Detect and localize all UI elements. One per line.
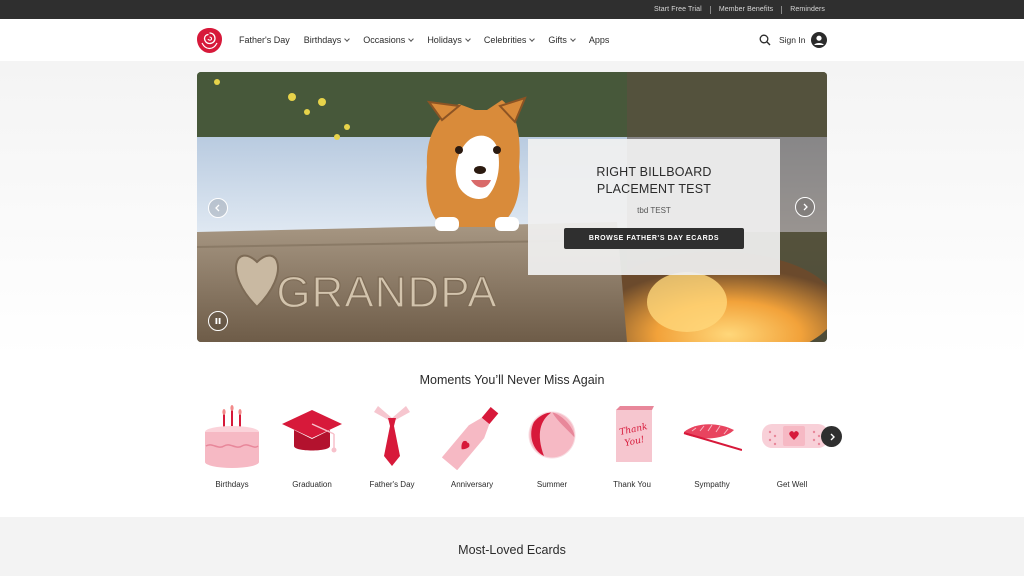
chevron-down-icon: [408, 35, 415, 42]
carousel-prev-button[interactable]: [208, 198, 228, 218]
nav-label: Celebrities: [483, 35, 527, 45]
nav-apps[interactable]: Apps: [589, 35, 610, 45]
moment-tile-summer[interactable]: Summer: [517, 404, 587, 494]
chevron-left-icon: [215, 204, 220, 212]
billboard-subtitle: tbd TEST: [637, 206, 671, 215]
rose-logo-icon[interactable]: [196, 26, 223, 54]
nav-label: Father's Day: [239, 35, 290, 45]
billboard-title-line: RIGHT BILLBOARD: [596, 165, 712, 179]
chevron-down-icon: [344, 35, 351, 42]
account-avatar-icon[interactable]: [811, 32, 827, 48]
nav-fathers-day[interactable]: Father's Day: [239, 35, 290, 45]
divider: [709, 5, 711, 14]
chevron-right-icon: [803, 203, 808, 211]
main-nav: Father's Day Birthdays Occasions Holiday…: [0, 19, 1024, 61]
moment-label: Summer: [536, 480, 568, 489]
moment-tile-birthdays[interactable]: Birthdays: [197, 404, 267, 494]
nav-birthdays[interactable]: Birthdays: [303, 35, 351, 45]
nav-holidays[interactable]: Holidays: [427, 35, 471, 45]
champagne-bottle-icon: [442, 406, 499, 470]
browse-fathers-day-button[interactable]: BROWSE FATHER'S DAY ECARDS: [564, 228, 744, 249]
moments-next-button[interactable]: [821, 426, 842, 447]
most-loved-title: Most-Loved Ecards: [458, 543, 566, 557]
sign-in-link[interactable]: Sign In: [779, 19, 805, 61]
moment-label: Birthdays: [215, 480, 249, 489]
feather-icon: [683, 424, 742, 451]
chevron-down-icon: [464, 35, 471, 42]
start-free-trial-link[interactable]: Start Free Trial: [654, 6, 702, 13]
moment-label: Thank You: [613, 480, 651, 489]
member-benefits-link[interactable]: Member Benefits: [719, 6, 773, 13]
moment-label: Father's Day: [369, 480, 415, 489]
nav-celebrities[interactable]: Celebrities: [483, 35, 536, 45]
nav-label: Gifts: [548, 35, 567, 45]
divider: [781, 5, 783, 14]
moment-tile-get-well[interactable]: Get Well: [757, 404, 828, 494]
top-utility-bar: Start Free Trial Member Benefits Reminde…: [0, 0, 1024, 19]
moment-tile-fathers-day[interactable]: Father's Day: [357, 404, 427, 494]
nav-label: Occasions: [363, 35, 406, 45]
moment-label: Anniversary: [450, 480, 494, 489]
nav-gifts[interactable]: Gifts: [548, 35, 576, 45]
graduation-cap-icon: [282, 410, 342, 453]
nav-label: Holidays: [427, 35, 462, 45]
chevron-down-icon: [570, 35, 576, 42]
chevron-down-icon: [529, 35, 536, 42]
birthday-cake-icon: [205, 405, 259, 468]
moment-label: Get Well: [776, 480, 808, 489]
nav-occasions[interactable]: Occasions: [363, 35, 415, 45]
moment-label: Graduation: [292, 480, 332, 489]
moment-tile-anniversary[interactable]: Anniversary: [437, 404, 507, 494]
beach-ball-icon: [528, 411, 576, 459]
search-icon[interactable]: [759, 34, 771, 46]
pause-icon: [215, 318, 221, 324]
necktie-icon: [374, 406, 410, 466]
bandage-icon: [762, 424, 828, 448]
nav-label: Birthdays: [303, 35, 342, 45]
moment-tile-graduation[interactable]: Graduation: [277, 404, 347, 494]
chevron-right-icon: [830, 433, 835, 440]
moment-tile-sympathy[interactable]: Sympathy: [677, 404, 747, 494]
thank-you-card-icon: Thank You!: [616, 406, 654, 462]
moment-label: Sympathy: [694, 480, 730, 489]
reminders-link[interactable]: Reminders: [790, 6, 825, 13]
carved-text: GRANDPA: [276, 268, 497, 317]
hero-carousel[interactable]: GRANDPA RIGHT BILLBOARD PLACEMENT TEST t…: [197, 72, 827, 342]
carousel-next-button[interactable]: [795, 197, 815, 217]
billboard-title-line: PLACEMENT TEST: [596, 182, 712, 196]
most-loved-section: Most-Loved Ecards: [0, 517, 1024, 576]
billboard-panel: RIGHT BILLBOARD PLACEMENT TEST tbd TEST …: [528, 139, 780, 275]
carousel-pause-button[interactable]: [208, 311, 228, 331]
moments-title: Moments You’ll Never Miss Again: [419, 373, 605, 387]
billboard-title: RIGHT BILLBOARD PLACEMENT TEST: [528, 164, 780, 198]
moment-tile-thank-you[interactable]: Thank You! Thank You: [597, 404, 667, 494]
nav-label: Apps: [588, 35, 610, 45]
